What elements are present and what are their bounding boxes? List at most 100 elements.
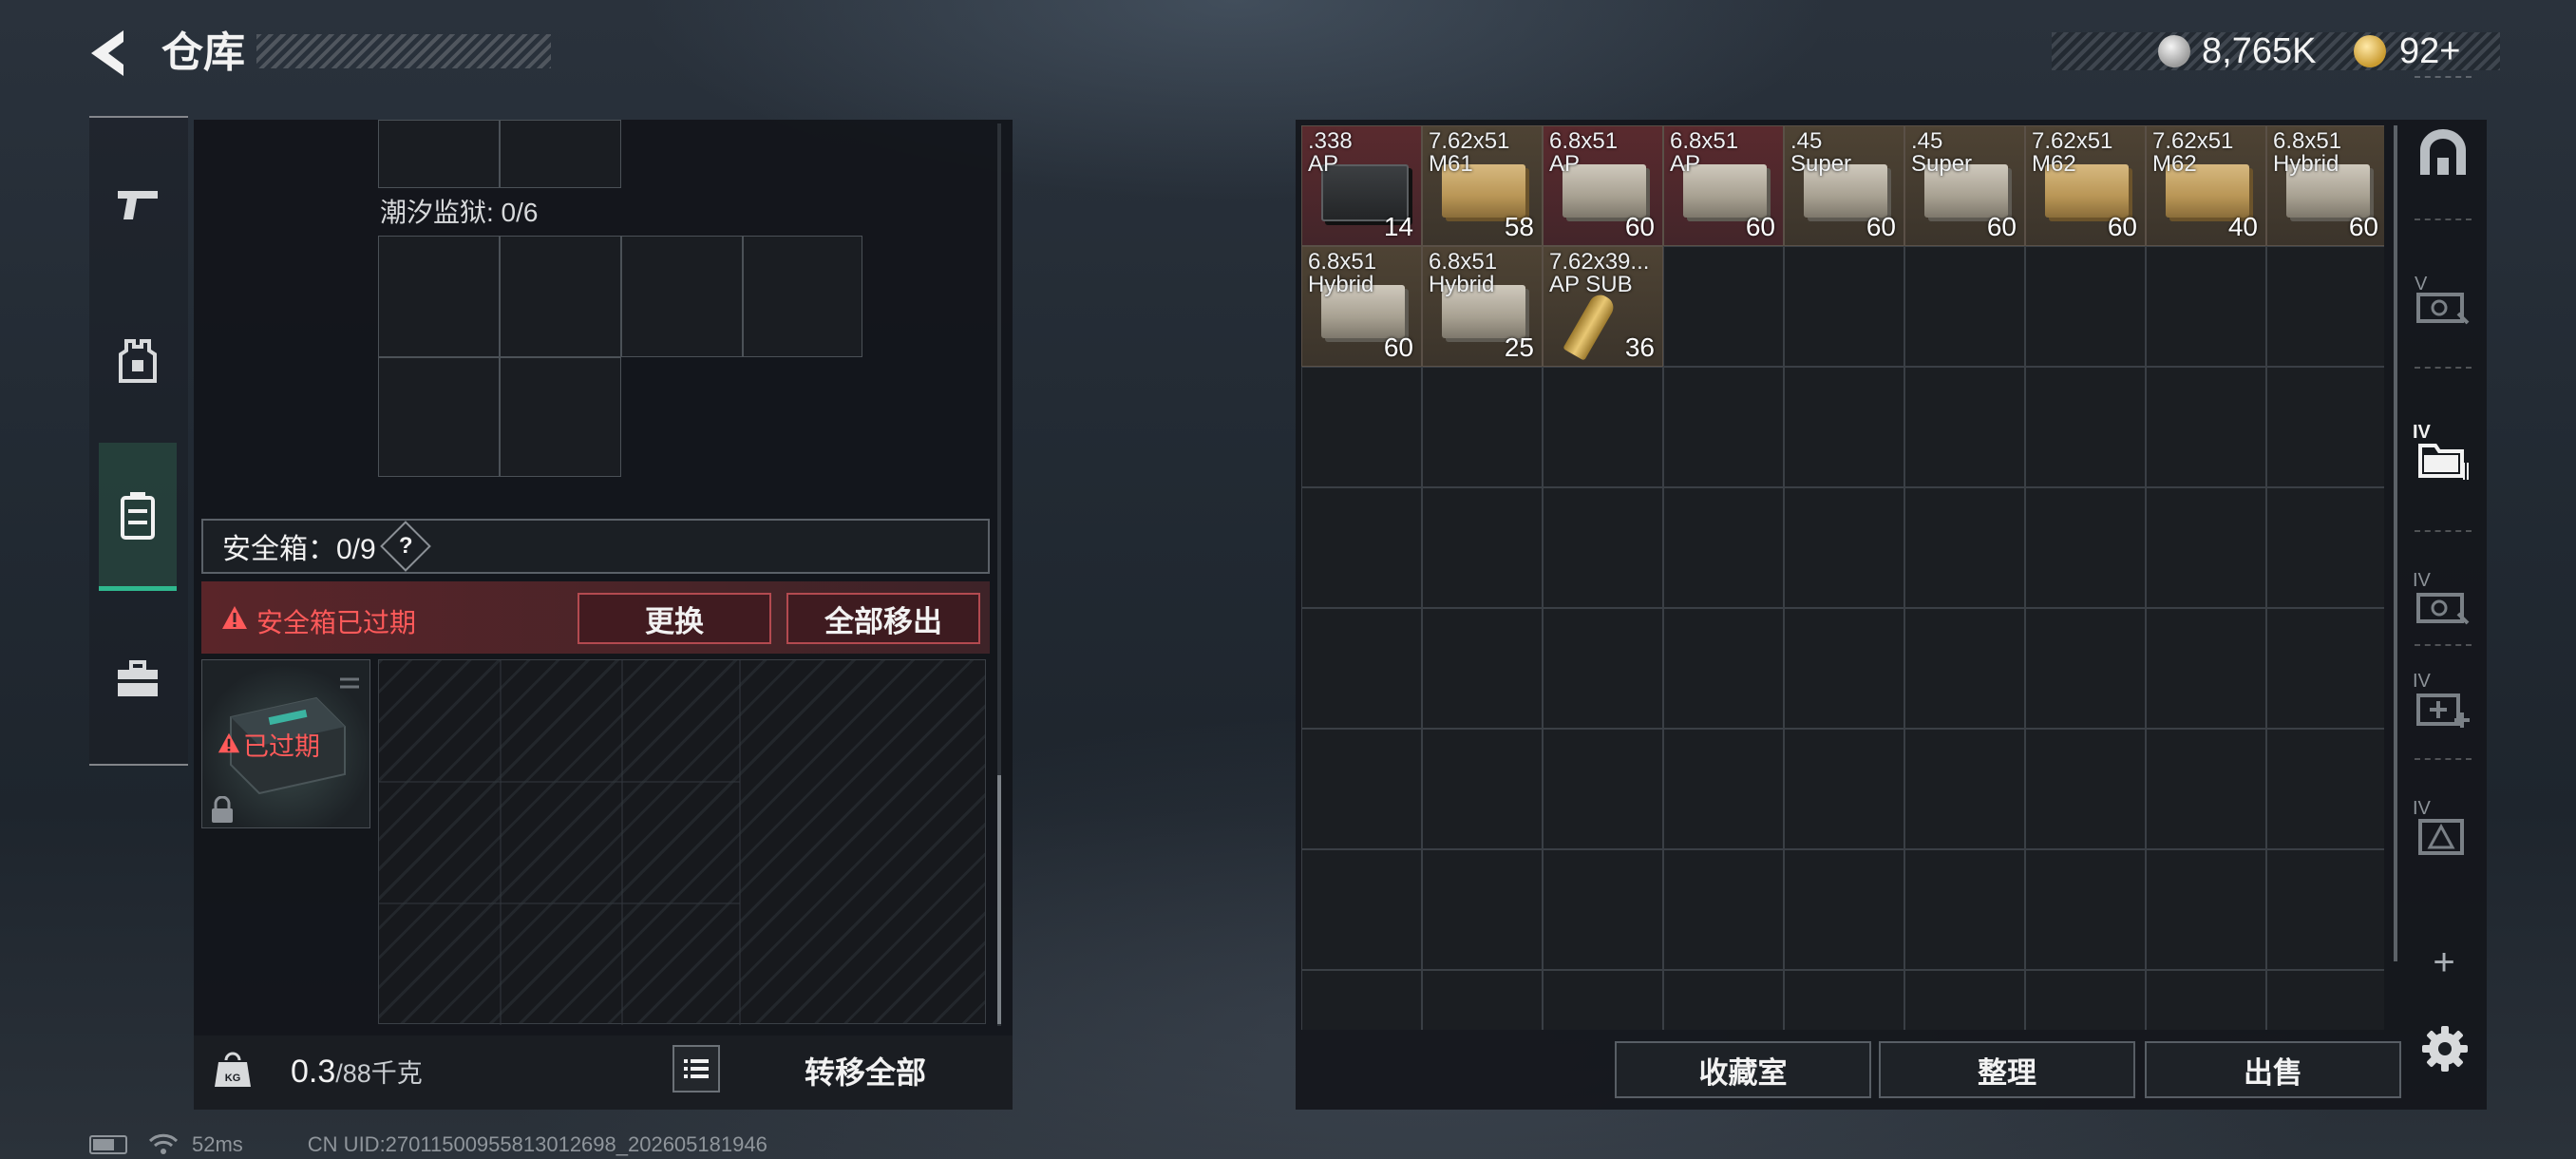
empty-stash-slot[interactable] [2266,367,2384,487]
ammo-item[interactable]: 6.8x51 AP 60 [1543,125,1663,246]
collection-room-button[interactable]: 收藏室 [1615,1041,1871,1098]
empty-stash-slot[interactable] [1904,970,2025,1030]
stash-tab-iv-warning[interactable]: IV [2403,787,2483,882]
tide-prison-slot[interactable] [500,236,621,357]
add-stash-button[interactable]: + [2420,939,2468,986]
ammo-item[interactable]: .45 Super 60 [1784,125,1904,246]
empty-stash-slot[interactable] [2146,246,2266,367]
stash-scrollbar[interactable] [2394,125,2397,961]
empty-stash-slot[interactable] [2025,970,2146,1030]
empty-stash-slot[interactable] [1301,487,1422,608]
empty-stash-slot[interactable] [1422,849,1543,970]
empty-stash-slot[interactable] [1663,729,1784,849]
tide-prison-slot[interactable] [621,236,743,357]
empty-stash-slot[interactable] [1784,970,1904,1030]
empty-stash-slot[interactable] [1784,729,1904,849]
gold-amount[interactable]: 92+ [2399,27,2460,76]
empty-stash-slot[interactable] [1904,849,2025,970]
empty-stash-slot[interactable] [2146,849,2266,970]
stash-tab-iv-folder[interactable]: IV [2403,410,2483,505]
tide-prison-slot[interactable] [378,236,500,357]
grid-slot[interactable] [378,120,500,188]
rail-tab-weapons[interactable] [99,152,177,256]
tide-prison-slot[interactable] [378,357,500,477]
settings-button[interactable] [2420,1024,2470,1074]
empty-stash-slot[interactable] [1422,487,1543,608]
empty-stash-slot[interactable] [2025,487,2146,608]
empty-stash-slot[interactable] [2146,487,2266,608]
stash-tab-iv-search[interactable]: IV [2403,557,2483,652]
empty-stash-slot[interactable] [2025,849,2146,970]
ammo-item[interactable]: 7.62x51 M62 40 [2146,125,2266,246]
empty-stash-slot[interactable] [1543,729,1663,849]
empty-stash-slot[interactable] [2266,246,2384,367]
empty-stash-slot[interactable] [1422,729,1543,849]
ammo-item[interactable]: 7.62x39... AP SUB 36 [1543,246,1663,367]
empty-stash-slot[interactable] [2266,970,2384,1030]
empty-stash-slot[interactable] [1784,849,1904,970]
empty-stash-slot[interactable] [1663,849,1784,970]
empty-stash-slot[interactable] [1543,367,1663,487]
transfer-all-button[interactable]: 转移全部 [737,1039,994,1102]
organize-button[interactable]: 整理 [1879,1041,2135,1098]
stash-tab-v[interactable]: V [2403,256,2483,352]
stash-tab-all[interactable] [2403,93,2483,211]
back-button[interactable] [82,25,139,82]
empty-stash-slot[interactable] [2146,608,2266,729]
empty-stash-slot[interactable] [1543,608,1663,729]
empty-stash-slot[interactable] [2146,970,2266,1030]
empty-stash-slot[interactable] [1301,367,1422,487]
rail-tab-toolbox[interactable] [99,627,177,732]
empty-stash-slot[interactable] [1904,246,2025,367]
empty-stash-slot[interactable] [1784,367,1904,487]
tide-prison-slot[interactable] [500,357,621,477]
stash-grid[interactable]: .338 AP 14 7.62x51 M61 58 6.8x51 AP 60 6.8x51 … [1301,125,2384,1030]
stash-tab-iv-medical[interactable]: IV [2403,659,2483,754]
left-scrollbar-thumb[interactable] [997,775,1001,1024]
ammo-item[interactable]: .338 AP 14 [1301,125,1422,246]
empty-stash-slot[interactable] [2025,729,2146,849]
replace-button[interactable]: 更换 [578,593,771,644]
empty-stash-slot[interactable] [2025,367,2146,487]
empty-stash-slot[interactable] [1301,970,1422,1030]
ammo-item[interactable]: 7.62x51 M62 60 [2025,125,2146,246]
rail-tab-armor[interactable] [99,309,177,413]
safebox-grid[interactable] [378,659,986,1025]
empty-stash-slot[interactable] [1422,608,1543,729]
empty-stash-slot[interactable] [1904,487,2025,608]
empty-stash-slot[interactable] [2266,849,2384,970]
ammo-item[interactable]: .45 Super 60 [1904,125,2025,246]
empty-stash-slot[interactable] [1904,367,2025,487]
empty-stash-slot[interactable] [1904,729,2025,849]
empty-stash-slot[interactable] [1301,608,1422,729]
empty-stash-slot[interactable] [1301,729,1422,849]
empty-stash-slot[interactable] [2025,246,2146,367]
empty-stash-slot[interactable] [1784,246,1904,367]
help-button[interactable]: ? [379,521,431,572]
empty-stash-slot[interactable] [2266,729,2384,849]
empty-stash-slot[interactable] [1422,970,1543,1030]
empty-stash-slot[interactable] [1663,367,1784,487]
empty-stash-slot[interactable] [1904,608,2025,729]
list-view-button[interactable] [672,1045,720,1092]
empty-stash-slot[interactable] [1543,849,1663,970]
empty-stash-slot[interactable] [1784,608,1904,729]
empty-stash-slot[interactable] [1663,608,1784,729]
empty-stash-slot[interactable] [2146,729,2266,849]
tide-prison-slot[interactable] [743,236,862,357]
ammo-item[interactable]: 6.8x51 Hybrid 60 [1301,246,1422,367]
ammo-item[interactable]: 6.8x51 Hybrid 60 [2266,125,2384,246]
empty-stash-slot[interactable] [1543,487,1663,608]
empty-stash-slot[interactable] [1422,367,1543,487]
ammo-item[interactable]: 6.8x51 AP 60 [1663,125,1784,246]
empty-stash-slot[interactable] [2266,608,2384,729]
empty-stash-slot[interactable] [2146,367,2266,487]
ammo-item[interactable]: 7.62x51 M61 58 [1422,125,1543,246]
empty-stash-slot[interactable] [1663,246,1784,367]
move-all-out-button[interactable]: 全部移出 [786,593,980,644]
empty-stash-slot[interactable] [2266,487,2384,608]
grid-slot[interactable] [500,120,621,188]
empty-stash-slot[interactable] [1663,487,1784,608]
empty-stash-slot[interactable] [1301,849,1422,970]
empty-stash-slot[interactable] [1543,970,1663,1030]
